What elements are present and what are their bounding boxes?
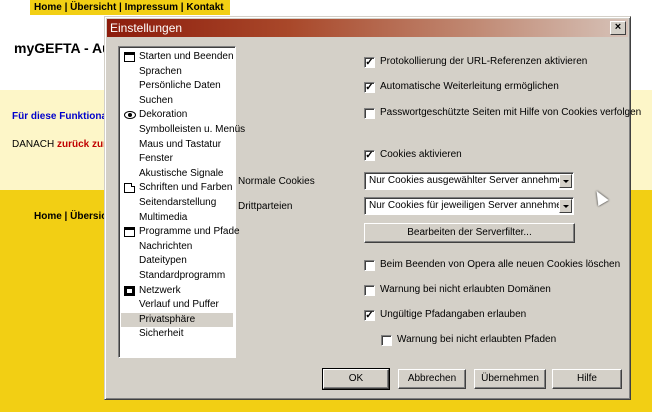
category-item-programme-und-pfade[interactable]: Programme und Pfade <box>121 225 240 239</box>
category-item-dekoration[interactable]: Dekoration <box>121 108 233 122</box>
checkbox[interactable] <box>364 285 375 296</box>
nav-link-kontakt[interactable]: Kontakt <box>186 2 223 13</box>
checkbox[interactable] <box>364 260 375 271</box>
category-label: Standardprogramm <box>139 270 226 281</box>
function-notice: Für diese Funktiona <box>12 111 108 122</box>
ok-button[interactable]: OK <box>322 368 390 390</box>
chevron-down-icon[interactable] <box>559 174 572 188</box>
site-title: myGEFTA - Au <box>14 40 111 56</box>
cancel-button[interactable]: Abbrechen <box>398 369 466 389</box>
normal-cookies-select[interactable]: Nur Cookies ausgewählter Server annehmen <box>364 172 574 190</box>
category-label: Suchen <box>139 94 173 106</box>
category-item-nachrichten[interactable]: Nachrichten <box>121 240 233 254</box>
category-item-seitendarstellung[interactable]: Seitendarstellung <box>121 196 233 210</box>
top-navigation: Home | Übersicht | Impressum | Kontakt <box>30 0 230 15</box>
checkbox[interactable]: ✓ <box>364 82 375 93</box>
category-item-sprachen[interactable]: Sprachen <box>121 65 233 79</box>
category-label: Privatsphäre <box>139 313 196 325</box>
category-label: Sicherheit <box>139 328 184 340</box>
category-item-netzwerk[interactable]: Netzwerk <box>121 284 233 298</box>
category-item-multimedia[interactable]: Multimedia <box>121 211 233 225</box>
category-item-verlauf-und-puffer[interactable]: Verlauf und Puffer <box>121 298 233 312</box>
back-instruction: DANACH zurück zum <box>12 139 113 150</box>
category-label: Schriften und Farben <box>139 182 233 194</box>
option-label: Warnung bei nicht erlaubten Pfaden <box>397 334 557 345</box>
third-party-label: Drittparteien <box>238 201 293 212</box>
category-item-privatsphäre[interactable]: Privatsphäre <box>121 312 233 327</box>
close-icon: × <box>614 21 622 33</box>
option-label: Warnung bei nicht erlaubten Domänen <box>380 284 551 295</box>
category-label: Dekoration <box>139 109 188 121</box>
category-label: Dateitypen <box>139 255 187 267</box>
checkbox[interactable]: ✓ <box>364 310 375 321</box>
third-party-select[interactable]: Nur Cookies für jeweiligen Server annehm… <box>364 197 574 215</box>
option-label: Passwortgeschützte Seiten mit Hilfe von … <box>380 107 642 118</box>
help-button[interactable]: Hilfe <box>552 369 622 389</box>
category-label: Starten und Beenden <box>139 51 234 62</box>
chevron-down-icon[interactable] <box>559 199 572 213</box>
category-item-sicherheit[interactable]: Sicherheit <box>121 327 233 341</box>
window-icon <box>124 52 135 62</box>
close-button[interactable]: × <box>610 21 626 35</box>
nav-link-uebersicht[interactable]: Übersicht <box>70 2 116 13</box>
category-label: Akustische Signale <box>139 167 224 179</box>
category-label: Verlauf und Puffer <box>139 299 219 311</box>
option-label: Protokollierung der URL-Referenzen aktiv… <box>380 56 588 67</box>
document-icon <box>124 183 135 194</box>
nav-link-impressum[interactable]: Impressum <box>125 2 178 13</box>
category-item-akustische-signale[interactable]: Akustische Signale <box>121 167 233 181</box>
category-label: Seitendarstellung <box>139 197 217 208</box>
category-label: Netzwerk <box>139 284 181 296</box>
category-item-symbolleisten-u-menüs[interactable]: Symbolleisten u. Menüs <box>121 123 245 137</box>
eye-icon <box>124 111 136 120</box>
category-item-fenster[interactable]: Fenster <box>121 152 233 166</box>
category-item-persönliche-daten[interactable]: Persönliche Daten <box>121 79 233 93</box>
checkbox[interactable] <box>364 108 375 119</box>
category-label: Persönliche Daten <box>139 80 221 92</box>
category-item-dateitypen[interactable]: Dateitypen <box>121 254 233 268</box>
category-label: Fenster <box>139 153 173 165</box>
category-label: Multimedia <box>139 211 188 223</box>
nav-link-home[interactable]: Home <box>34 2 62 13</box>
category-label: Maus und Tastatur <box>139 138 222 150</box>
option-label: Ungültige Pfadangaben erlauben <box>380 309 527 320</box>
category-item-suchen[interactable]: Suchen <box>121 94 233 108</box>
checkbox[interactable] <box>381 335 392 346</box>
checkbox[interactable]: ✓ <box>364 57 375 68</box>
window-icon <box>124 227 135 238</box>
category-label: Symbolleisten u. Menüs <box>139 124 246 135</box>
category-item-standardprogramm[interactable]: Standardprogramm <box>121 269 233 283</box>
category-item-starten-und-beenden[interactable]: Starten und Beenden <box>121 50 234 64</box>
dialog-titlebar[interactable]: Einstellungen × <box>107 19 628 37</box>
option-label: Automatische Weiterleitung ermöglichen <box>380 81 559 92</box>
network-icon <box>124 285 135 296</box>
checkbox[interactable]: ✓ <box>364 150 375 161</box>
category-label: Sprachen <box>139 65 182 77</box>
dialog-title: Einstellungen <box>110 21 183 35</box>
settings-dialog: Einstellungen × Starten und Beenden Sprac… <box>104 16 641 400</box>
option-label: Cookies aktivieren <box>380 149 462 160</box>
category-item-maus-und-tastatur[interactable]: Maus und Tastatur <box>121 138 233 152</box>
category-list[interactable]: Starten und Beenden Sprachen Persönliche D… <box>118 46 245 358</box>
normal-cookies-label: Normale Cookies <box>238 176 315 187</box>
apply-button[interactable]: Übernehmen <box>474 369 546 389</box>
lower-navigation[interactable]: Home | Übersic <box>34 211 107 222</box>
category-label: Nachrichten <box>139 240 193 252</box>
category-item-schriften-und-farben[interactable]: Schriften und Farben <box>121 181 233 195</box>
edit-server-filter-button[interactable]: Bearbeiten der Serverfilter... <box>364 223 575 243</box>
option-label: Beim Beenden von Opera alle neuen Cookie… <box>380 259 621 270</box>
category-label: Programme und Pfade <box>139 226 240 238</box>
